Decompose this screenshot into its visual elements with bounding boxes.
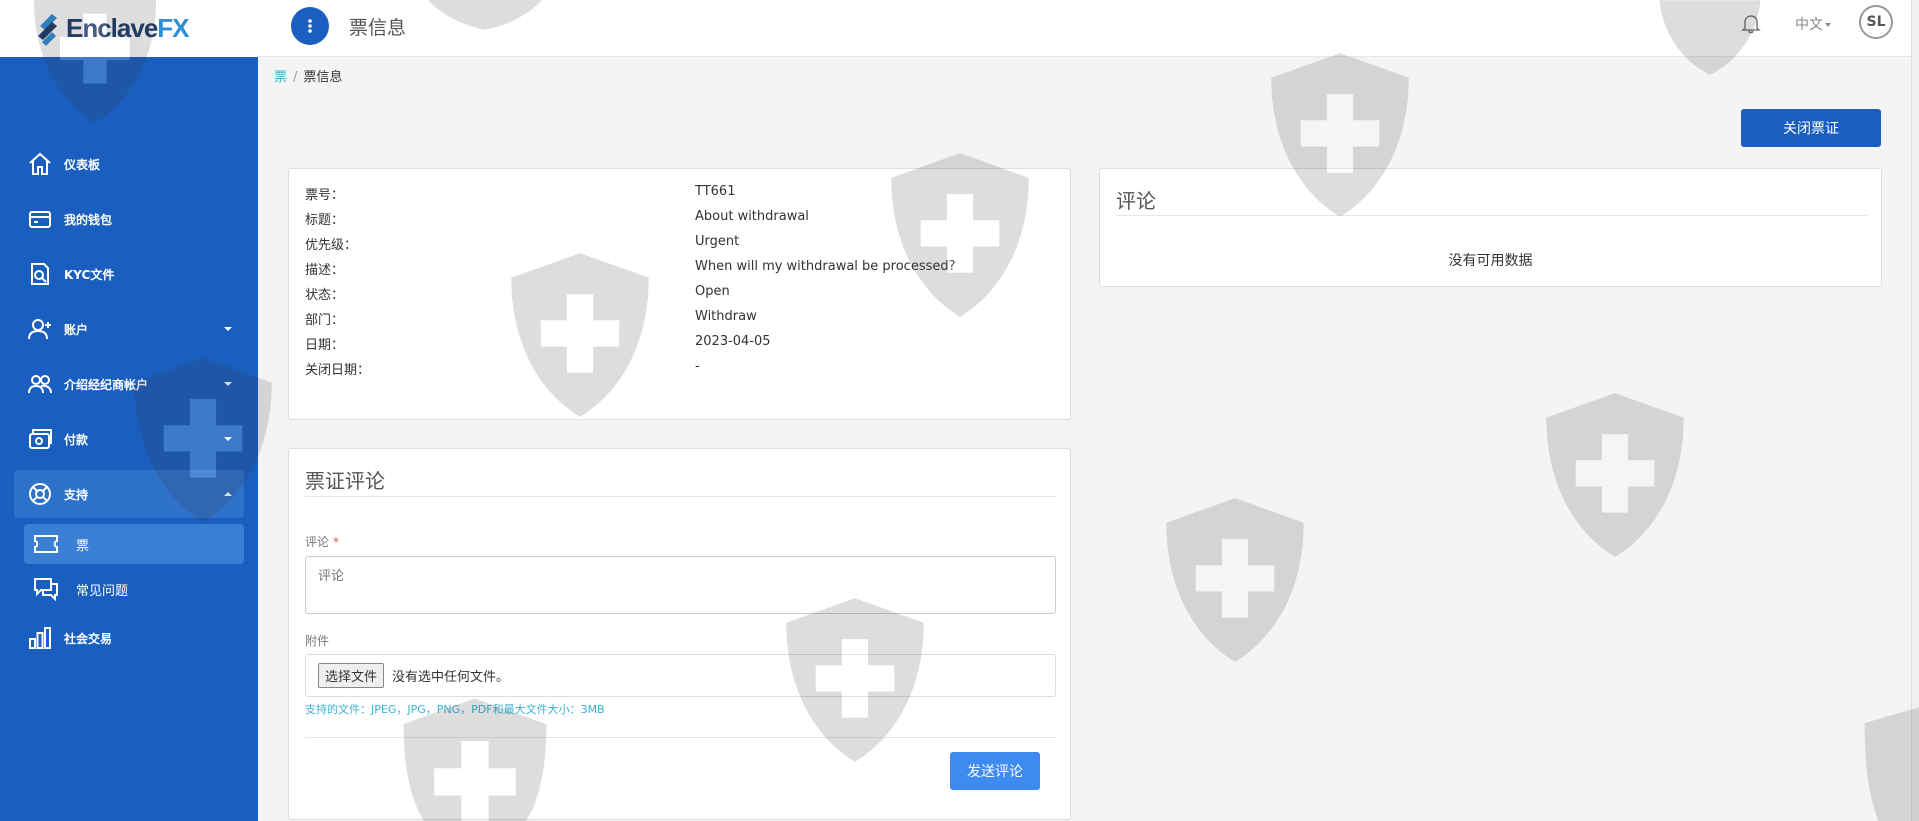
sidebar-item-kyc[interactable]: KYC文件 (14, 250, 244, 298)
document-search-icon (20, 261, 60, 287)
sidebar-item-support[interactable]: 支持 (14, 470, 244, 518)
brand-name: EnclaveFX (66, 13, 190, 43)
comment-label: 评论 * (305, 535, 340, 549)
chevron-down-icon (1825, 23, 1831, 27)
sidebar-item-social-trading[interactable]: 社会交易 (14, 614, 244, 662)
file-input[interactable]: 选择文件 没有选中任何文件。 (305, 654, 1056, 697)
payment-icon (20, 426, 60, 452)
ticket-row: 部门： Withdraw (305, 309, 757, 328)
add-user-icon (20, 316, 60, 342)
ticket-icon (24, 533, 68, 555)
more-vertical-icon (308, 19, 312, 33)
watermark-shield-icon (1864, 707, 1919, 821)
sidebar-subitem-tickets[interactable]: 票 (24, 524, 244, 564)
ticket-row: 日期： 2023-04-05 (305, 334, 771, 353)
ticket-row: 标题： About withdrawal (305, 209, 809, 228)
breadcrumb-current: 票信息 (303, 70, 343, 85)
file-hint: 支持的文件：JPEG，JPG，PNG，PDF和最大文件大小：3MB (305, 703, 605, 716)
sidebar-item-accounts[interactable]: 账户 (14, 305, 244, 353)
chevron-up-icon (224, 492, 232, 496)
sidebar-item-ib-accounts[interactable]: 介绍经纪商帐户 (14, 360, 244, 408)
logo[interactable]: EnclaveFX (0, 0, 258, 57)
sidebar-item-wallet[interactable]: 我的钱包 (14, 195, 244, 243)
send-comment-button[interactable]: 发送评论 (950, 752, 1040, 790)
home-icon (20, 151, 60, 177)
ticket-row: 状态： Open (305, 284, 730, 303)
sidebar: EnclaveFX 仪表板 我的钱包 KYC文件 账户 介绍经纪商帐户 付款 支… (0, 0, 258, 821)
attachment-label: 附件 (305, 634, 330, 648)
users-icon (20, 371, 60, 397)
no-file-text: 没有选中任何文件。 (392, 670, 510, 685)
ticket-row: 关闭日期： - (305, 359, 700, 378)
breadcrumb: 票 / 票信息 (274, 70, 343, 85)
watermark-shield-icon (1166, 498, 1304, 662)
lifebuoy-icon (20, 481, 60, 507)
scrollbar[interactable] (1911, 0, 1919, 821)
wallet-icon (20, 206, 60, 232)
sidebar-item-dashboard[interactable]: 仪表板 (14, 140, 244, 188)
language-selector[interactable]: 中文 (1795, 14, 1831, 34)
comment-textarea[interactable] (305, 556, 1056, 614)
chevron-down-icon (224, 382, 232, 386)
logo-icon (38, 13, 57, 46)
ticket-info-card: 票号： TT661 标题： About withdrawal 优先级： Urgent … (288, 168, 1071, 420)
chevron-down-icon (224, 437, 232, 441)
page-title: 票信息 (349, 17, 407, 39)
close-ticket-button[interactable]: 关闭票证 (1741, 109, 1881, 147)
bar-chart-icon (20, 625, 60, 651)
top-bar: 票信息 中文 SL (258, 0, 1919, 57)
watermark-shield-icon (1546, 393, 1684, 557)
comments-card: 评论 没有可用数据 (1099, 168, 1882, 287)
ticket-row: 优先级： Urgent (305, 234, 740, 253)
avatar[interactable]: SL (1859, 5, 1893, 39)
ticket-row: 票号： TT661 (305, 184, 736, 203)
breadcrumb-link-tickets[interactable]: 票 (274, 70, 287, 85)
no-data-text: 没有可用数据 (1448, 253, 1533, 269)
form-title: 票证评论 (305, 469, 385, 493)
ticket-row: 描述： When will my withdrawal be processed? (305, 259, 956, 278)
chevron-down-icon (224, 327, 232, 331)
menu-button[interactable] (291, 7, 329, 45)
choose-file-button[interactable]: 选择文件 (318, 663, 385, 688)
comments-title: 评论 (1116, 189, 1156, 213)
sidebar-item-payments[interactable]: 付款 (14, 415, 244, 463)
sidebar-subitem-faq[interactable]: 常见问题 (24, 569, 244, 609)
ticket-comment-form: 票证评论 评论* 附件 选择文件 没有选中任何文件。 支持的文件：JPEG，JP… (288, 448, 1071, 820)
bell-icon[interactable] (1740, 12, 1762, 38)
chat-icon (24, 577, 68, 601)
